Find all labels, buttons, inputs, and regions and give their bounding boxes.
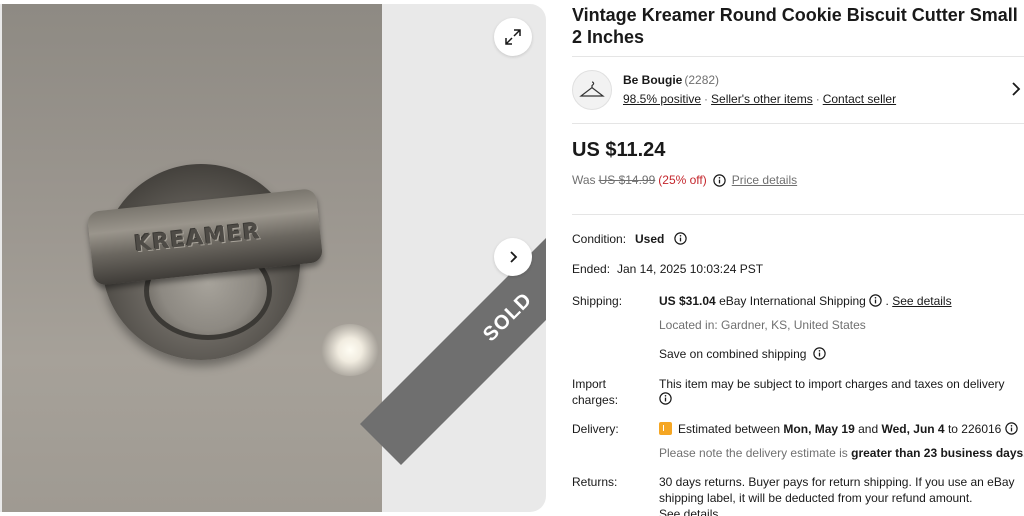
delivery-label: Delivery: — [572, 422, 619, 436]
combined-shipping: Save on combined shipping — [659, 346, 826, 362]
was-label: Was — [572, 173, 596, 187]
delivery-prefix: Estimated between — [678, 422, 781, 436]
seller-card[interactable]: Be Bougie (2282) 98.5% positive · Seller's … — [572, 56, 1024, 124]
info-icon[interactable] — [713, 173, 726, 187]
returns-label: Returns: — [572, 475, 618, 489]
separator-dot: . — [885, 294, 889, 308]
product-photo[interactable]: KREAMER — [2, 4, 382, 512]
seller-avatar[interactable] — [572, 70, 612, 110]
ended-value: Jan 14, 2025 10:03:24 PST — [617, 262, 764, 276]
import-charges-row: Import charges: This item may be subject… — [572, 376, 1024, 410]
divider — [572, 214, 1024, 215]
item-location: Located in: Gardner, KS, United States — [659, 318, 866, 332]
info-icon[interactable] — [673, 232, 687, 245]
expand-icon — [505, 29, 521, 45]
price-details-link[interactable]: Price details — [732, 173, 797, 187]
sold-ribbon: SOLD — [360, 169, 546, 466]
returns-row: Returns: 30 days returns. Buyer pays for… — [572, 474, 1024, 516]
seller-name[interactable]: Be Bougie (2282) — [623, 73, 719, 87]
delivery-note-prefix: Please note the delivery estimate is — [659, 446, 848, 460]
info-icon[interactable] — [869, 294, 882, 307]
was-price-row: Was US $14.99 (25% off) Price details — [572, 173, 797, 187]
contact-seller-link[interactable]: Contact seller — [823, 92, 896, 106]
shipping-see-details-link[interactable]: See details — [892, 294, 951, 308]
expand-button[interactable] — [494, 18, 532, 56]
delivery-note-bold: greater than 23 business days. — [851, 446, 1024, 460]
delivery-end-date: Wed, Jun 4 — [881, 422, 945, 436]
shipping-row: Shipping: US $31.04 eBay International S… — [572, 293, 1024, 363]
delivery-estimate: Estimated between Mon, May 19 and Wed, J… — [659, 421, 1018, 437]
sold-label: SOLD — [478, 288, 537, 346]
original-price: US $14.99 — [598, 173, 656, 187]
discount-percent: (25% off) — [658, 173, 707, 187]
shipping-method: eBay International Shipping — [719, 294, 866, 308]
next-image-button[interactable] — [494, 238, 532, 276]
flag-icon — [659, 422, 672, 435]
image-gallery[interactable]: KREAMER SOLD — [0, 4, 546, 512]
returns-see-details-link[interactable]: See details — [659, 506, 718, 516]
hanger-icon — [579, 81, 605, 97]
condition-value-wrap: Used — [635, 231, 687, 247]
condition-value: Used — [635, 232, 665, 246]
kreamer-stamp: KREAMER — [133, 218, 262, 257]
item-price: US $11.24 — [572, 139, 666, 161]
info-icon[interactable] — [1004, 422, 1018, 435]
light-glare — [320, 324, 380, 376]
returns-line-1: 30 days returns. Buyer pays for return s… — [659, 475, 1015, 489]
returns-line-2: shipping label, it will be deducted from… — [659, 491, 973, 505]
import-label-line1: Import — [572, 377, 607, 391]
delivery-note: Please note the delivery estimate is gre… — [659, 445, 1024, 461]
listing-title: Vintage Kreamer Round Cookie Biscuit Cut… — [572, 5, 1018, 47]
import-label-line2: charges: — [572, 393, 619, 407]
chevron-right-icon[interactable] — [1010, 81, 1022, 97]
combined-shipping-text: Save on combined shipping — [659, 347, 807, 361]
separator: · — [815, 92, 820, 106]
delivery-and: and — [858, 422, 879, 436]
seller-positive-link[interactable]: 98.5% positive — [623, 92, 701, 106]
delivery-zip: to 226016 — [947, 422, 1002, 436]
seller-other-items-link[interactable]: Seller's other items — [711, 92, 813, 106]
shipping-label: Shipping: — [572, 294, 623, 308]
condition-label: Condition: — [572, 232, 627, 246]
separator: · — [704, 92, 709, 106]
chevron-right-icon — [510, 251, 518, 263]
delivery-row: Delivery: Estimated between Mon, May 19 … — [572, 421, 1024, 461]
delivery-start-date: Mon, May 19 — [783, 422, 855, 436]
shipping-cost: US $31.04 — [659, 294, 716, 308]
info-icon[interactable] — [659, 392, 672, 405]
seller-name-text[interactable]: Be Bougie — [623, 73, 682, 87]
seller-links: 98.5% positive · Seller's other items · Cont… — [623, 92, 896, 106]
import-charges-text: This item may be subject to import charg… — [659, 377, 1005, 391]
shipping-line: US $31.04 eBay International Shipping . … — [659, 293, 952, 309]
seller-feedback-count: (2282) — [684, 73, 720, 87]
info-icon[interactable] — [813, 347, 826, 360]
item-details-panel: Vintage Kreamer Round Cookie Biscuit Cut… — [572, 0, 1024, 516]
ended-label: Ended: — [572, 262, 611, 276]
